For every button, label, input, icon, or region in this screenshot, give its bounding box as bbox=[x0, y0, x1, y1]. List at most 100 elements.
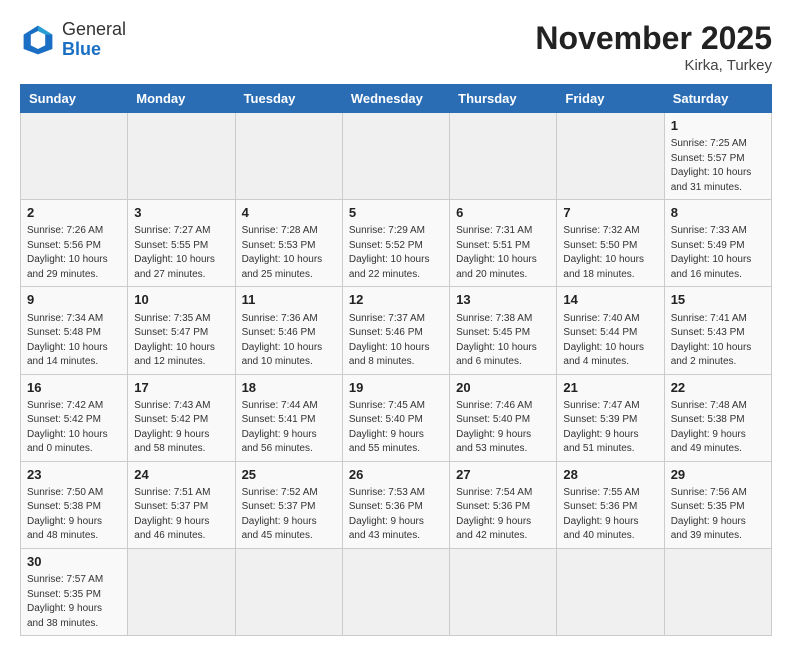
day-info: Sunrise: 7:42 AM Sunset: 5:42 PM Dayligh… bbox=[27, 399, 121, 457]
calendar-week-row: 23 Sunrise: 7:50 AM Sunset: 5:38 PM Dayli… bbox=[21, 461, 772, 548]
day-number: 9 bbox=[27, 291, 121, 309]
calendar-cell bbox=[128, 113, 235, 200]
day-number: 19 bbox=[349, 379, 443, 397]
calendar-cell: 20 Sunrise: 7:46 AM Sunset: 5:40 PM Dayli… bbox=[450, 374, 557, 461]
calendar-cell: 24Sunrise: 7:51 AM Sunset: 5:37 PM Dayli… bbox=[128, 461, 235, 548]
logo: General Blue bbox=[20, 20, 126, 60]
calendar-cell bbox=[450, 113, 557, 200]
day-info: Sunrise: 7:32 AM Sunset: 5:50 PM Dayligh… bbox=[563, 224, 657, 282]
calendar-cell: 21Sunrise: 7:47 AM Sunset: 5:39 PM Dayli… bbox=[557, 374, 664, 461]
day-number: 18 bbox=[242, 379, 336, 397]
day-number: 12 bbox=[349, 291, 443, 309]
calendar-cell: 16 Sunrise: 7:42 AM Sunset: 5:42 PM Dayli… bbox=[21, 374, 128, 461]
calendar-cell: 18 Sunrise: 7:44 AM Sunset: 5:41 PM Dayli… bbox=[235, 374, 342, 461]
calendar-cell: 8Sunrise: 7:33 AM Sunset: 5:49 PM Daylig… bbox=[664, 200, 771, 287]
calendar-cell: 11 Sunrise: 7:36 AM Sunset: 5:46 PM Dayli… bbox=[235, 287, 342, 374]
calendar-cell: 29 Sunrise: 7:56 AM Sunset: 5:35 PM Dayli… bbox=[664, 461, 771, 548]
calendar-week-row: 9 Sunrise: 7:34 AM Sunset: 5:48 PM Daylig… bbox=[21, 287, 772, 374]
day-number: 26 bbox=[349, 466, 443, 484]
calendar-cell: 12Sunrise: 7:37 AM Sunset: 5:46 PM Dayli… bbox=[342, 287, 449, 374]
title-block: November 2025 Kirka, Turkey bbox=[535, 20, 772, 74]
calendar-cell: 23 Sunrise: 7:50 AM Sunset: 5:38 PM Dayli… bbox=[21, 461, 128, 548]
calendar-cell: 25 Sunrise: 7:52 AM Sunset: 5:37 PM Dayli… bbox=[235, 461, 342, 548]
calendar-cell: 4 Sunrise: 7:28 AM Sunset: 5:53 PM Daylig… bbox=[235, 200, 342, 287]
calendar-cell bbox=[235, 113, 342, 200]
calendar-cell: 17 Sunrise: 7:43 AM Sunset: 5:42 PM Dayli… bbox=[128, 374, 235, 461]
calendar-cell: 28 Sunrise: 7:55 AM Sunset: 5:36 PM Dayli… bbox=[557, 461, 664, 548]
calendar-cell bbox=[342, 548, 449, 635]
day-number: 20 bbox=[456, 379, 550, 397]
day-info: Sunrise: 7:28 AM Sunset: 5:53 PM Dayligh… bbox=[242, 224, 336, 282]
day-info: Sunrise: 7:34 AM Sunset: 5:48 PM Dayligh… bbox=[27, 312, 121, 370]
calendar-cell bbox=[450, 548, 557, 635]
day-info: Sunrise: 7:54 AM Sunset: 5:36 PM Dayligh… bbox=[456, 486, 550, 544]
page-header: General Blue November 2025 Kirka, Turkey bbox=[20, 20, 772, 74]
day-number: 5 bbox=[349, 204, 443, 222]
day-number: 16 bbox=[27, 379, 121, 397]
weekday-header-saturday: Saturday bbox=[664, 85, 771, 113]
day-info: Sunrise: 7:46 AM Sunset: 5:40 PM Dayligh… bbox=[456, 399, 550, 457]
calendar-cell: 2 Sunrise: 7:26 AM Sunset: 5:56 PM Daylig… bbox=[21, 200, 128, 287]
calendar: SundayMondayTuesdayWednesdayThursdayFrid… bbox=[20, 84, 772, 636]
day-info: Sunrise: 7:55 AM Sunset: 5:36 PM Dayligh… bbox=[563, 486, 657, 544]
day-info: Sunrise: 7:26 AM Sunset: 5:56 PM Dayligh… bbox=[27, 224, 121, 282]
weekday-header-thursday: Thursday bbox=[450, 85, 557, 113]
calendar-cell: 10 Sunrise: 7:35 AM Sunset: 5:47 PM Dayli… bbox=[128, 287, 235, 374]
day-info: Sunrise: 7:35 AM Sunset: 5:47 PM Dayligh… bbox=[134, 312, 228, 370]
day-info: Sunrise: 7:29 AM Sunset: 5:52 PM Dayligh… bbox=[349, 224, 443, 282]
day-number: 25 bbox=[242, 466, 336, 484]
calendar-cell: 5 Sunrise: 7:29 AM Sunset: 5:52 PM Daylig… bbox=[342, 200, 449, 287]
calendar-cell bbox=[557, 113, 664, 200]
calendar-cell bbox=[342, 113, 449, 200]
day-info: Sunrise: 7:53 AM Sunset: 5:36 PM Dayligh… bbox=[349, 486, 443, 544]
calendar-cell: 13Sunrise: 7:38 AM Sunset: 5:45 PM Dayli… bbox=[450, 287, 557, 374]
day-number: 29 bbox=[671, 466, 765, 484]
day-number: 1 bbox=[671, 117, 765, 135]
day-info: Sunrise: 7:51 AM Sunset: 5:37 PM Dayligh… bbox=[134, 486, 228, 544]
calendar-cell: 19 Sunrise: 7:45 AM Sunset: 5:40 PM Dayli… bbox=[342, 374, 449, 461]
day-info: Sunrise: 7:56 AM Sunset: 5:35 PM Dayligh… bbox=[671, 486, 765, 544]
weekday-header-friday: Friday bbox=[557, 85, 664, 113]
calendar-cell bbox=[557, 548, 664, 635]
day-number: 27 bbox=[456, 466, 550, 484]
calendar-cell: 30Sunrise: 7:57 AM Sunset: 5:35 PM Dayli… bbox=[21, 548, 128, 635]
day-number: 6 bbox=[456, 204, 550, 222]
calendar-cell bbox=[235, 548, 342, 635]
day-info: Sunrise: 7:44 AM Sunset: 5:41 PM Dayligh… bbox=[242, 399, 336, 457]
calendar-cell: 15Sunrise: 7:41 AM Sunset: 5:43 PM Dayli… bbox=[664, 287, 771, 374]
day-number: 23 bbox=[27, 466, 121, 484]
day-number: 10 bbox=[134, 291, 228, 309]
day-info: Sunrise: 7:52 AM Sunset: 5:37 PM Dayligh… bbox=[242, 486, 336, 544]
day-info: Sunrise: 7:57 AM Sunset: 5:35 PM Dayligh… bbox=[27, 573, 121, 631]
calendar-week-row: 1 Sunrise: 7:25 AM Sunset: 5:57 PM Daylig… bbox=[21, 113, 772, 200]
day-info: Sunrise: 7:45 AM Sunset: 5:40 PM Dayligh… bbox=[349, 399, 443, 457]
day-number: 11 bbox=[242, 291, 336, 309]
calendar-cell: 6 Sunrise: 7:31 AM Sunset: 5:51 PM Daylig… bbox=[450, 200, 557, 287]
month-title: November 2025 bbox=[535, 20, 772, 57]
day-number: 13 bbox=[456, 291, 550, 309]
day-info: Sunrise: 7:25 AM Sunset: 5:57 PM Dayligh… bbox=[671, 137, 765, 195]
calendar-week-row: 16 Sunrise: 7:42 AM Sunset: 5:42 PM Dayli… bbox=[21, 374, 772, 461]
calendar-cell: 9 Sunrise: 7:34 AM Sunset: 5:48 PM Daylig… bbox=[21, 287, 128, 374]
day-number: 15 bbox=[671, 291, 765, 309]
calendar-cell: 26 Sunrise: 7:53 AM Sunset: 5:36 PM Dayli… bbox=[342, 461, 449, 548]
calendar-cell bbox=[128, 548, 235, 635]
day-number: 8 bbox=[671, 204, 765, 222]
day-number: 2 bbox=[27, 204, 121, 222]
calendar-cell: 1 Sunrise: 7:25 AM Sunset: 5:57 PM Daylig… bbox=[664, 113, 771, 200]
logo-text: General Blue bbox=[62, 20, 126, 60]
weekday-header-sunday: Sunday bbox=[21, 85, 128, 113]
day-info: Sunrise: 7:43 AM Sunset: 5:42 PM Dayligh… bbox=[134, 399, 228, 457]
day-number: 4 bbox=[242, 204, 336, 222]
weekday-header-monday: Monday bbox=[128, 85, 235, 113]
calendar-cell bbox=[664, 548, 771, 635]
day-number: 28 bbox=[563, 466, 657, 484]
calendar-cell: 14Sunrise: 7:40 AM Sunset: 5:44 PM Dayli… bbox=[557, 287, 664, 374]
day-info: Sunrise: 7:31 AM Sunset: 5:51 PM Dayligh… bbox=[456, 224, 550, 282]
day-info: Sunrise: 7:48 AM Sunset: 5:38 PM Dayligh… bbox=[671, 399, 765, 457]
day-info: Sunrise: 7:50 AM Sunset: 5:38 PM Dayligh… bbox=[27, 486, 121, 544]
location: Kirka, Turkey bbox=[535, 57, 772, 74]
logo-icon bbox=[20, 22, 56, 58]
day-number: 17 bbox=[134, 379, 228, 397]
day-info: Sunrise: 7:36 AM Sunset: 5:46 PM Dayligh… bbox=[242, 312, 336, 370]
